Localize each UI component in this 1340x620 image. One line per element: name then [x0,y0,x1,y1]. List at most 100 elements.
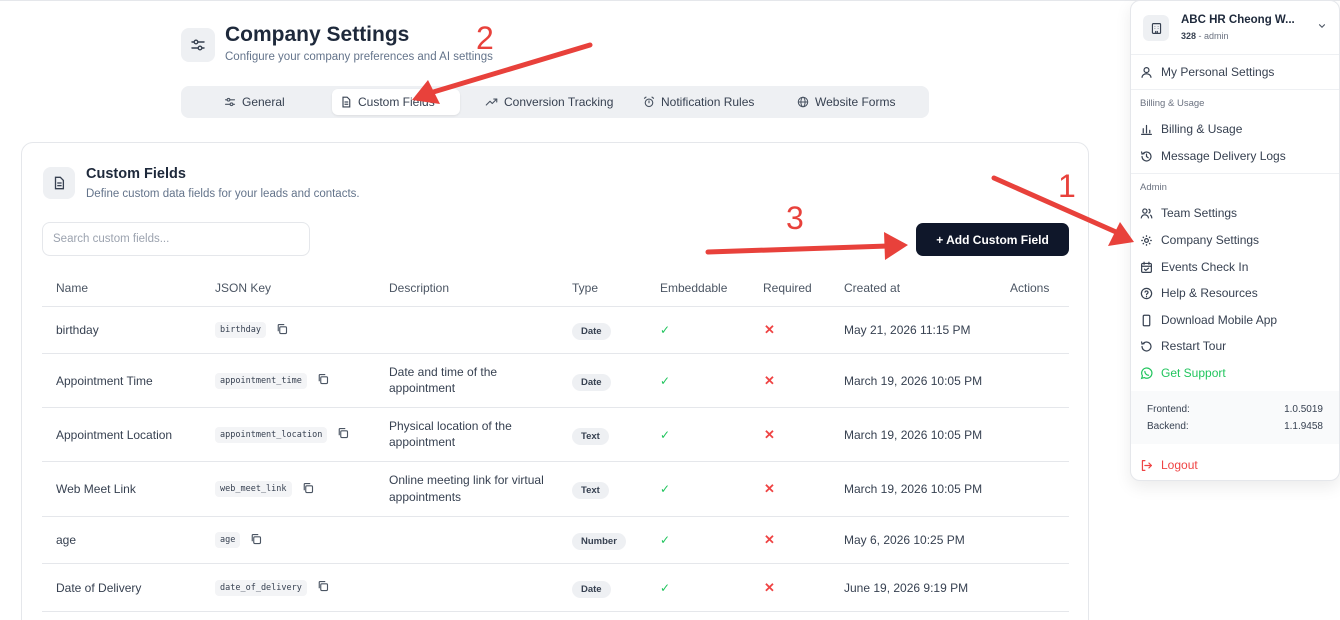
add-custom-field-button[interactable]: + Add Custom Field [916,223,1069,256]
created-at: March 19, 2026 10:05 PM [844,482,983,496]
table-row[interactable]: birthday birthday Date ✓ ✕ May 21, 2026 … [42,307,1069,354]
required-x-icon: ✕ [764,532,775,547]
field-name: birthday [56,323,99,337]
tab-website-forms[interactable]: Website Forms [789,89,903,115]
type-badge: Date [572,323,611,340]
tab-label: Notification Rules [661,95,755,109]
field-description: Date and time of the appointment [389,364,498,396]
embeddable-check-icon: ✓ [660,580,671,595]
tab-custom-fields[interactable]: Custom Fields [332,89,460,115]
copy-icon[interactable] [337,427,349,442]
section-label-admin: Admin [1140,182,1167,193]
type-badge: Text [572,482,609,499]
field-description: Physical location of the appointment [389,418,512,450]
field-name: Appointment Time [56,373,153,388]
tab-conversion-tracking[interactable]: Conversion Tracking [477,89,621,115]
tab-label: Website Forms [815,95,896,109]
frontend-version: 1.0.5019 [1284,404,1323,415]
table-row[interactable]: Appointment Location appointment_locatio… [42,408,1069,462]
organization-meta: 328 - admin [1181,31,1229,41]
menu-item-get-support[interactable]: Get Support [1140,362,1226,384]
backend-label: Backend: [1147,421,1189,432]
bar-chart-icon [1141,124,1152,135]
calendar-check-icon [1141,261,1152,273]
required-x-icon: ✕ [764,426,775,442]
rotate-icon [1141,340,1152,352]
smartphone-icon [1142,314,1151,326]
menu-item-help-resources[interactable]: Help & Resources [1140,282,1258,304]
page-title: Company Settings [225,23,410,46]
copy-icon[interactable] [317,580,329,595]
settings-sliders-icon [181,28,215,62]
required-x-icon: ✕ [764,481,775,496]
created-at: May 6, 2026 10:25 PM [844,533,965,547]
whatsapp-icon [1140,366,1153,379]
menu-item-my-personal-settings[interactable]: My Personal Settings [1140,61,1274,83]
menu-item-team-settings[interactable]: Team Settings [1140,202,1237,224]
field-description: Online meeting link for virtual appointm… [389,473,544,504]
embeddable-check-icon: ✓ [660,323,671,337]
menu-item-billing-usage[interactable]: Billing & Usage [1140,118,1242,140]
search-input[interactable] [42,222,310,256]
field-name: Web Meet Link [56,482,136,496]
embeddable-check-icon: ✓ [660,373,671,388]
json-key: age [215,532,241,548]
created-at: March 19, 2026 10:05 PM [844,373,983,388]
organization-switcher[interactable]: ABC HR Cheong W... 328 - admin [1131,1,1339,55]
field-name: age [56,533,77,547]
logout-icon [1141,459,1152,471]
menu-item-events-check-in[interactable]: Events Check In [1140,256,1248,278]
sliders-icon [224,97,236,107]
annotation-number-1: 1 [1058,168,1076,204]
field-name: Date of Delivery [56,580,142,595]
backend-version: 1.1.9458 [1284,421,1323,432]
document-icon [43,167,75,199]
column-header-actions: Actions [1010,281,1050,295]
type-badge: Number [572,533,626,550]
table-row[interactable]: Date of Delivery date_of_delivery Date ✓… [42,564,1069,612]
user-icon [1141,66,1152,78]
menu-item-message-delivery-logs[interactable]: Message Delivery Logs [1140,145,1286,167]
required-x-icon: ✕ [764,322,775,337]
menu-item-company-settings[interactable]: Company Settings [1140,229,1259,251]
copy-icon[interactable] [250,533,262,548]
column-header-type: Type [572,281,599,295]
tab-notification-rules[interactable]: Notification Rules [635,89,762,115]
menu-item-download-mobile-app[interactable]: Download Mobile App [1140,309,1277,331]
version-info: Frontend: 1.0.5019 Backend: 1.1.9458 [1131,391,1339,444]
created-at: March 19, 2026 10:05 PM [844,427,983,442]
tab-general[interactable]: General [216,89,293,115]
table-row[interactable]: Appointment Time appointment_time Date a… [42,354,1069,408]
copy-icon[interactable] [302,482,314,497]
settings-tabs: General Custom Fields Conversion Trackin… [181,86,929,118]
table-header: Name JSON Key Description Type Embeddabl… [42,269,1069,307]
building-icon [1143,15,1169,41]
required-x-icon: ✕ [764,372,775,388]
table-row[interactable]: Web Meet Link web_meet_link Online meeti… [42,462,1069,517]
tab-label: General [242,95,285,109]
embeddable-check-icon: ✓ [660,533,671,547]
menu-item-logout[interactable]: Logout [1140,454,1198,476]
table-row[interactable]: age age Number ✓ ✕ May 6, 2026 10:25 PM [42,517,1069,564]
organization-name: ABC HR Cheong W... [1181,14,1295,26]
alarm-icon [643,96,655,108]
column-header-json-key: JSON Key [215,281,272,295]
type-badge: Text [572,427,609,445]
annotation-number-3: 3 [786,200,804,236]
annotation-number-2: 2 [476,20,494,56]
column-header-required: Required [763,281,812,295]
copy-icon[interactable] [276,323,288,338]
type-badge: Date [572,373,611,391]
json-key: date_of_delivery [215,579,307,596]
json-key: birthday [215,322,266,338]
file-text-icon [342,96,351,108]
type-badge: Date [572,580,611,598]
page-subtitle: Configure your company preferences and A… [225,51,493,63]
json-key: appointment_location [215,426,328,443]
globe-icon [797,96,809,108]
menu-item-restart-tour[interactable]: Restart Tour [1140,335,1226,357]
trend-up-icon [485,98,498,106]
users-icon [1140,207,1153,218]
account-dropdown-menu: ABC HR Cheong W... 328 - admin My Person… [1130,0,1340,481]
copy-icon[interactable] [317,373,329,388]
